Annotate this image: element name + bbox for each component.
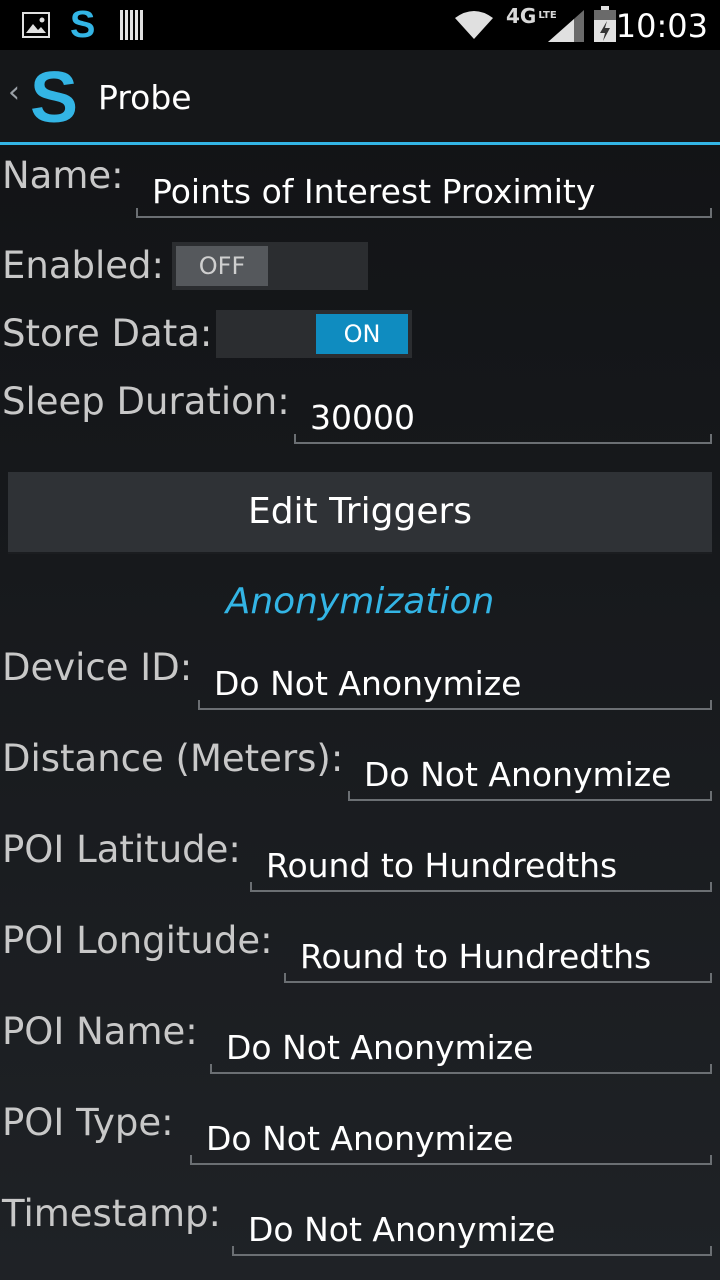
battery-icon (594, 6, 616, 46)
name-field[interactable]: Points of Interest Proximity (136, 164, 712, 218)
app-logo[interactable]: S (30, 58, 78, 138)
name-value: Points of Interest Proximity (152, 172, 596, 211)
store-data-toggle-thumb: ON (316, 314, 408, 354)
poi-type-label: POI Type: (2, 1101, 174, 1144)
poi-latitude-value: Round to Hundredths (266, 846, 618, 885)
poi-longitude-select[interactable]: Round to Hundredths (284, 929, 712, 983)
status-bar: S 4G LTE 10:03 (0, 0, 720, 50)
poi-longitude-value: Round to Hundredths (300, 937, 652, 976)
poi-latitude-label: POI Latitude: (2, 828, 241, 871)
network-type: 4G (506, 4, 537, 28)
sleep-duration-field[interactable]: 30000 (294, 390, 712, 444)
distance-select[interactable]: Do Not Anonymize (348, 747, 712, 801)
action-bar: ‹ S Probe (0, 50, 720, 145)
edit-triggers-button[interactable]: Edit Triggers (8, 472, 712, 554)
device-id-value: Do Not Anonymize (214, 664, 522, 703)
enabled-toggle[interactable]: OFF (172, 242, 368, 290)
anonymization-title: Anonymization (225, 581, 495, 622)
distance-value: Do Not Anonymize (364, 755, 672, 794)
enabled-label: Enabled: (2, 244, 164, 287)
poi-name-value: Do Not Anonymize (226, 1028, 534, 1067)
store-data-label: Store Data: (2, 312, 213, 355)
timestamp-value: Do Not Anonymize (248, 1210, 556, 1249)
poi-type-value: Do Not Anonymize (206, 1119, 514, 1158)
poi-name-select[interactable]: Do Not Anonymize (210, 1020, 712, 1074)
timestamp-select[interactable]: Do Not Anonymize (232, 1202, 712, 1256)
device-id-label: Device ID: (2, 646, 193, 689)
app-s-icon: S (70, 4, 96, 46)
timestamp-label: Timestamp: (2, 1192, 222, 1235)
wifi-icon (454, 10, 494, 44)
distance-label: Distance (Meters): (2, 737, 344, 780)
screen: S 4G LTE 10:03 ‹ S Probe Name: Points of… (0, 0, 720, 1280)
poi-name-label: POI Name: (2, 1010, 198, 1053)
barcode-icon (120, 10, 146, 44)
sleep-duration-label: Sleep Duration: (2, 380, 290, 423)
enabled-toggle-thumb: OFF (176, 246, 268, 286)
store-data-toggle[interactable]: ON (216, 310, 412, 358)
signal-icon (548, 10, 584, 46)
poi-type-select[interactable]: Do Not Anonymize (190, 1111, 712, 1165)
back-caret-icon[interactable]: ‹ (8, 78, 20, 108)
poi-latitude-select[interactable]: Round to Hundredths (250, 838, 712, 892)
name-label: Name: (2, 154, 124, 197)
poi-longitude-label: POI Longitude: (2, 919, 273, 962)
device-id-select[interactable]: Do Not Anonymize (198, 656, 712, 710)
clock: 10:03 (615, 7, 708, 45)
sleep-duration-value: 30000 (310, 398, 415, 437)
page-title: Probe (98, 78, 192, 117)
gallery-icon (22, 12, 50, 42)
